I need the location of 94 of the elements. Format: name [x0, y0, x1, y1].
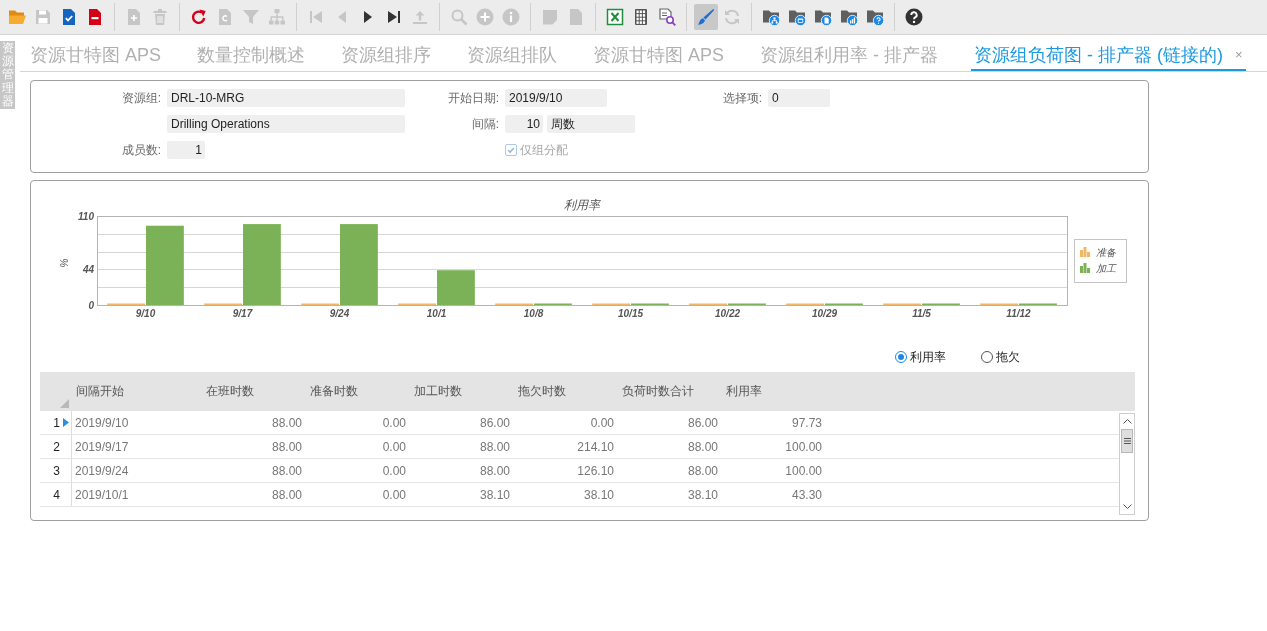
- field-label: 成员数:: [121, 142, 161, 159]
- table-cell-text: 88.00: [686, 463, 719, 478]
- table-cell-text: 88.00: [478, 439, 511, 454]
- column-header[interactable]: 负荷时数合计: [618, 372, 722, 411]
- chevron-down-icon: [1122, 504, 1132, 509]
- input-field[interactable]: 1: [167, 141, 205, 159]
- table-cell-text: 86.00: [686, 415, 719, 430]
- help-icon[interactable]: [905, 8, 923, 26]
- x-tick-label: 10/22: [715, 308, 740, 319]
- input-field[interactable]: Drilling Operations: [167, 115, 405, 133]
- x-tick-label: 9/24: [329, 308, 350, 319]
- legend-label: 加工: [1096, 263, 1116, 274]
- skip-last-icon[interactable]: [385, 8, 403, 26]
- x-tick-label: 10/15: [618, 308, 643, 319]
- input-field[interactable]: 10: [505, 115, 543, 133]
- row-number: 1: [53, 415, 60, 430]
- column-header[interactable]: 准备时数: [306, 372, 410, 411]
- field-label: 选择项:: [722, 90, 762, 107]
- spreadsheet-icon[interactable]: [606, 8, 624, 26]
- table-cell-text: 88.00: [270, 463, 303, 478]
- folder-hierarchy-icon[interactable]: [762, 8, 780, 26]
- chevron-up-icon: [1122, 419, 1132, 424]
- radio-label: 利用率: [910, 348, 946, 366]
- table-cell-text: 88.00: [270, 487, 303, 502]
- table-cell-text: 88.00: [478, 463, 511, 478]
- table-cell-text: 88.00: [270, 415, 303, 430]
- table-cell-text: 2019/9/10: [74, 415, 130, 430]
- table-cell-text: 38.10: [686, 487, 719, 502]
- column-header[interactable]: 间隔开始: [72, 372, 202, 411]
- table-cell-text: 88.00: [270, 439, 303, 454]
- table-cell-text: 0.00: [381, 415, 407, 430]
- table-cell-text: 2019/10/1: [74, 487, 130, 502]
- scrollbar-thumb[interactable]: [1121, 429, 1133, 453]
- column-header[interactable]: 利用率: [722, 372, 826, 411]
- x-tick-label: 10/8: [523, 308, 544, 319]
- radio-label: 拖欠: [996, 348, 1020, 366]
- column-header[interactable]: 在班时数: [202, 372, 306, 411]
- x-tick-label: 10/1: [426, 308, 447, 319]
- x-tick-label: 11/5: [912, 308, 931, 319]
- table-cell-text: 2019/9/24: [74, 463, 130, 478]
- table-cell-text: 0.00: [381, 487, 407, 502]
- table-cell-text: 2019/9/17: [74, 439, 130, 454]
- x-tick-label: 11/12: [1006, 308, 1031, 319]
- table-cell-text: 97.73: [790, 415, 823, 430]
- table-cell-text: 43.30: [790, 487, 823, 502]
- table-cell-text: 86.00: [478, 415, 511, 430]
- folder-document-icon[interactable]: [814, 8, 832, 26]
- folder-help-icon[interactable]: [866, 8, 884, 26]
- scrollbar[interactable]: [1119, 413, 1135, 515]
- radio-button[interactable]: [981, 351, 993, 363]
- y-tick-label: 110: [78, 210, 94, 222]
- folder-window-icon[interactable]: [788, 8, 806, 26]
- table-cell-text: 0.00: [381, 463, 407, 478]
- radio-button[interactable]: [895, 351, 907, 363]
- row-number: 3: [53, 463, 60, 478]
- redo-icon[interactable]: [190, 8, 208, 26]
- y-tick-label: 44: [82, 263, 94, 275]
- input-field[interactable]: DRL-10-MRG: [167, 89, 405, 107]
- table-cell-text: 214.10: [576, 439, 615, 454]
- chart-legend: [1074, 239, 1127, 283]
- column-header[interactable]: 加工时数: [410, 372, 514, 411]
- folder-icon[interactable]: [8, 8, 26, 26]
- folder-chart-icon[interactable]: [840, 8, 858, 26]
- document-minus-icon[interactable]: [86, 8, 104, 26]
- table-cell-text: 126.10: [576, 463, 615, 478]
- grip-icon: [1123, 438, 1131, 444]
- x-tick-label: 9/10: [135, 308, 156, 319]
- legend-label: 准备: [1096, 247, 1116, 258]
- y-tick-label: 0: [88, 299, 94, 311]
- column-header[interactable]: 拖欠时数: [514, 372, 618, 411]
- table-cell-text: 0.00: [381, 439, 407, 454]
- table-cell-text: 0.00: [589, 415, 615, 430]
- table-icon[interactable]: [632, 8, 650, 26]
- corner-triangle-icon[interactable]: [60, 399, 69, 408]
- input-field[interactable]: 2019/9/10: [505, 89, 607, 107]
- field-label: 间隔:: [471, 116, 499, 133]
- document-search-icon[interactable]: [658, 8, 676, 26]
- table-cell-text: 100.00: [784, 463, 823, 478]
- y-axis-title: %: [59, 258, 70, 268]
- x-tick-label: 10/29: [812, 308, 837, 319]
- field-label: 开始日期:: [447, 90, 499, 107]
- input-field[interactable]: 0: [768, 89, 830, 107]
- table-cell-text: 100.00: [784, 439, 823, 454]
- checkbox-label: 仅组分配: [520, 141, 568, 159]
- table-cell-text: 88.00: [686, 439, 719, 454]
- input-field[interactable]: 周数: [547, 115, 635, 133]
- row-number: 2: [53, 439, 60, 454]
- field-label: 资源组:: [121, 90, 161, 107]
- row-number: 4: [53, 487, 60, 502]
- x-tick-label: 9/17: [232, 308, 253, 319]
- table-cell-text: 38.10: [582, 487, 615, 502]
- document-check-icon[interactable]: [60, 8, 78, 26]
- chart-title: 利用率: [564, 198, 600, 212]
- table-cell-text: 38.10: [478, 487, 511, 502]
